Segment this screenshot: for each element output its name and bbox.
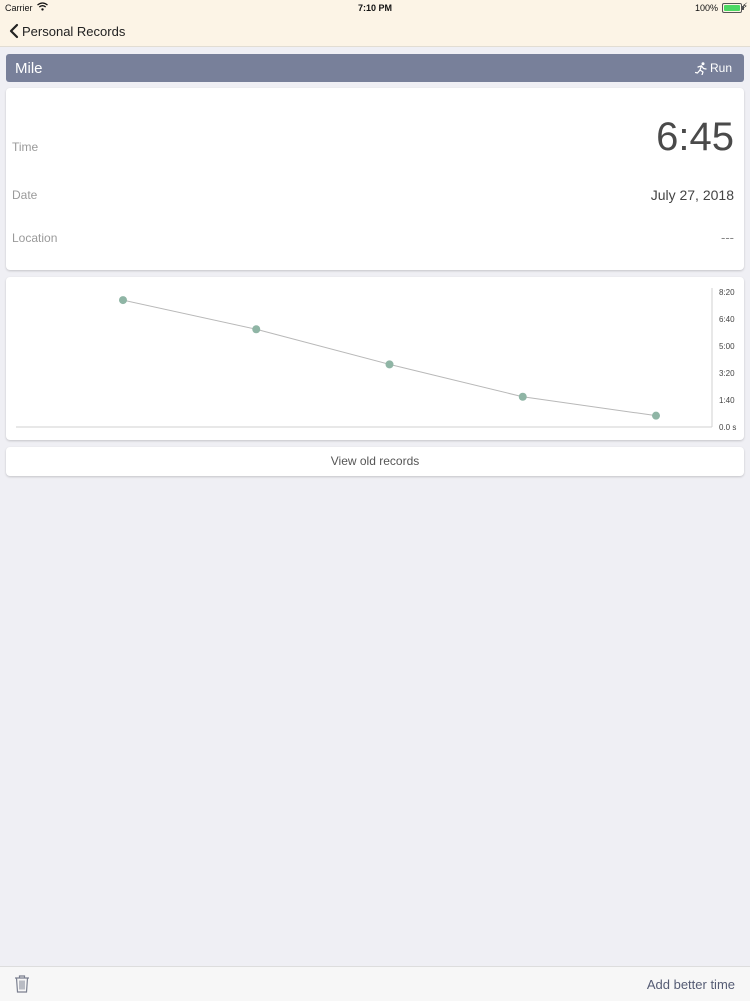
y-tick-label: 5:00 bbox=[719, 342, 735, 351]
back-button[interactable]: Personal Records bbox=[8, 22, 125, 40]
status-bar: Carrier 7:10 PM 100% ⚡ bbox=[0, 0, 750, 16]
charging-icon: ⚡ bbox=[741, 1, 748, 11]
location-label: Location bbox=[12, 231, 58, 245]
date-value: July 27, 2018 bbox=[650, 187, 734, 203]
trash-icon[interactable] bbox=[14, 974, 30, 993]
activity-label: Run bbox=[709, 61, 732, 75]
navigation-bar: Carrier 7:10 PM 100% ⚡ Personal Records bbox=[0, 0, 750, 47]
y-tick-label: 1:40 bbox=[719, 396, 735, 405]
y-tick-label: 8:20 bbox=[719, 288, 735, 297]
y-tick-label: 6:40 bbox=[719, 315, 735, 324]
data-point bbox=[252, 325, 261, 334]
back-button-label: Personal Records bbox=[22, 23, 126, 39]
data-point bbox=[652, 411, 660, 420]
progress-chart-svg: 8:20 6:40 5:00 3:20 1:40 0.0 s bbox=[16, 288, 736, 432]
chevron-left-icon bbox=[9, 23, 19, 39]
record-header: Mile Run bbox=[6, 54, 744, 82]
status-time: 7:10 PM bbox=[357, 3, 392, 13]
series-line bbox=[122, 299, 657, 417]
bottom-toolbar: Add better time bbox=[0, 966, 750, 1001]
add-better-time-button[interactable]: Add better time bbox=[647, 977, 735, 992]
activity-type: Run bbox=[694, 61, 732, 75]
battery-icon bbox=[722, 3, 744, 13]
time-label: Time bbox=[12, 140, 39, 154]
progress-chart: 8:20 6:40 5:00 3:20 1:40 0.0 s bbox=[6, 277, 744, 440]
location-value: --- bbox=[721, 230, 734, 245]
record-details-card: Time 6:45 Date July 27, 2018 Location --… bbox=[6, 88, 744, 270]
data-point bbox=[119, 296, 127, 305]
record-title: Mile bbox=[15, 60, 43, 77]
battery-percentage: 100% bbox=[694, 3, 718, 13]
y-tick-label: 0.0 s bbox=[719, 423, 736, 432]
view-old-records-button[interactable]: View old records bbox=[6, 447, 744, 476]
runner-icon bbox=[694, 61, 707, 75]
data-point bbox=[518, 392, 527, 401]
data-point bbox=[385, 360, 394, 369]
date-label: Date bbox=[12, 188, 38, 202]
y-tick-label: 3:20 bbox=[719, 369, 735, 378]
time-value: 6:45 bbox=[656, 115, 734, 159]
